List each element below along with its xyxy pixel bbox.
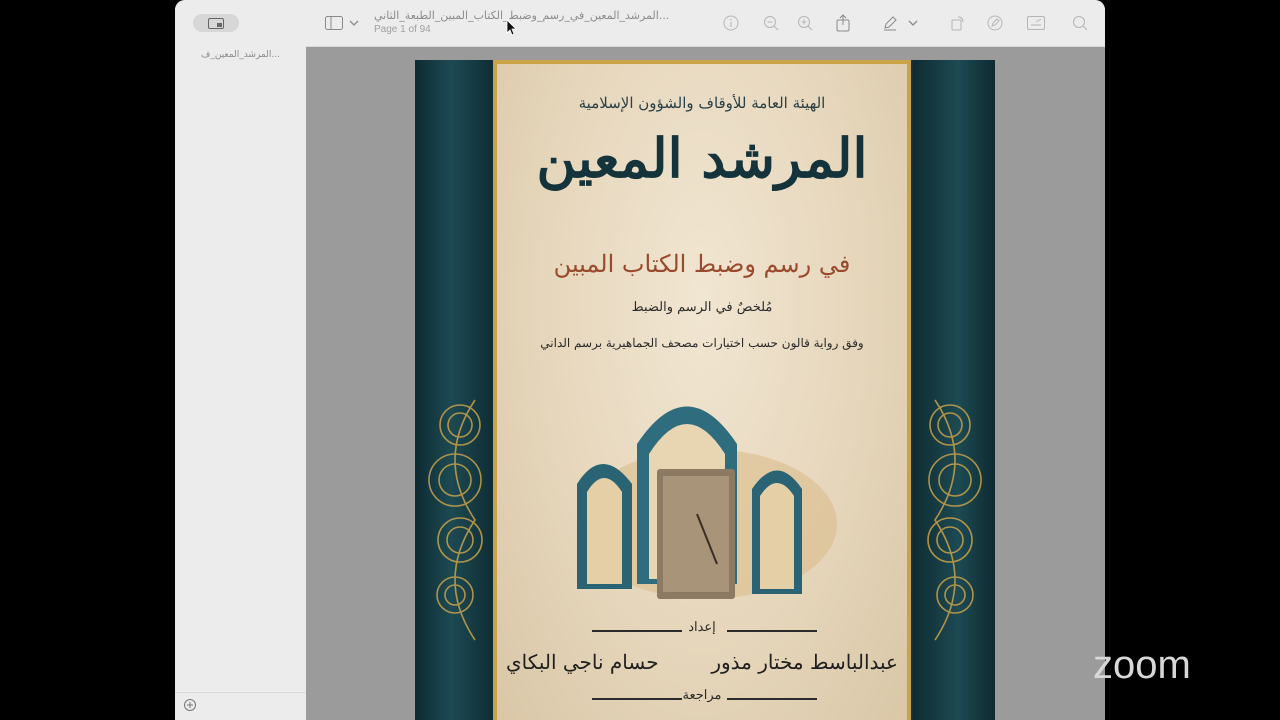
left-gold-ornament	[428, 399, 483, 641]
sidebar-icon[interactable]	[324, 13, 344, 33]
info-icon[interactable]	[721, 13, 741, 33]
search-icon[interactable]	[1070, 13, 1090, 33]
mouse-cursor-icon	[506, 19, 517, 36]
right-curtain-decoration	[913, 60, 995, 720]
chevron-down-icon[interactable]	[344, 13, 364, 33]
sidebar-divider	[175, 692, 306, 693]
thumbnail-sidebar: المرشد_المعين_ف...	[175, 0, 307, 720]
zoom-out-icon[interactable]	[761, 13, 781, 33]
book-subtitle: في رسم وضبط الكتاب المبين	[553, 250, 851, 278]
zoom-in-icon[interactable]	[795, 13, 815, 33]
document-title: المرشد_المعين_في_رسم_وضبط_الكتاب_المبين_…	[374, 9, 670, 22]
book-title: المرشد المعين	[536, 126, 868, 190]
author-name-2: حسام ناجي البكاي	[506, 650, 659, 674]
page-thumbnail-label[interactable]: المرشد_المعين_ف...	[175, 50, 306, 60]
markup-pen-icon[interactable]	[880, 13, 900, 33]
arch-book-illustration	[577, 406, 837, 599]
thumbnail-view-icon	[208, 17, 224, 29]
page-indicator: Page 1 of 94	[374, 24, 431, 35]
authors-row: عبدالباسط مختار مذور حسام ناجي البكاي	[497, 650, 907, 674]
sidebar-view-button[interactable]	[193, 14, 239, 32]
prepared-label: إعداد	[688, 620, 716, 635]
left-curtain-decoration	[415, 60, 495, 720]
form-fill-icon[interactable]	[1026, 13, 1046, 33]
right-gold-ornament	[927, 399, 982, 641]
author-name-1: عبدالباسط مختار مذور	[711, 650, 898, 674]
annotate-icon[interactable]	[985, 13, 1005, 33]
narration-line: وفق رواية قالون حسب اختيارات مصحف الجماه…	[540, 336, 864, 350]
summary-line: مُلخصٌ في الرسم والضبط	[631, 300, 773, 315]
markup-chevron-icon[interactable]	[903, 13, 923, 33]
preview-window: المرشد_المعين_ف... المرشد_المعين_في_رسم_…	[175, 0, 1105, 720]
authority-line: الهيئة العامة للأوقاف والشؤون الإسلامية	[578, 94, 826, 112]
rotate-icon[interactable]	[948, 13, 968, 33]
toolbar: المرشد_المعين_في_رسم_وضبط_الكتاب_المبين_…	[306, 0, 1105, 47]
document-viewer[interactable]: الهيئة العامة للأوقاف والشؤون الإسلامية …	[306, 47, 1105, 720]
pdf-page-1: الهيئة العامة للأوقاف والشؤون الإسلامية …	[415, 60, 995, 720]
add-page-icon[interactable]	[183, 698, 197, 712]
share-icon[interactable]	[833, 13, 853, 33]
cover-frame: الهيئة العامة للأوقاف والشؤون الإسلامية …	[493, 60, 911, 720]
zoom-watermark: zoom	[1093, 643, 1191, 687]
review-label: مراجعة	[682, 688, 722, 703]
